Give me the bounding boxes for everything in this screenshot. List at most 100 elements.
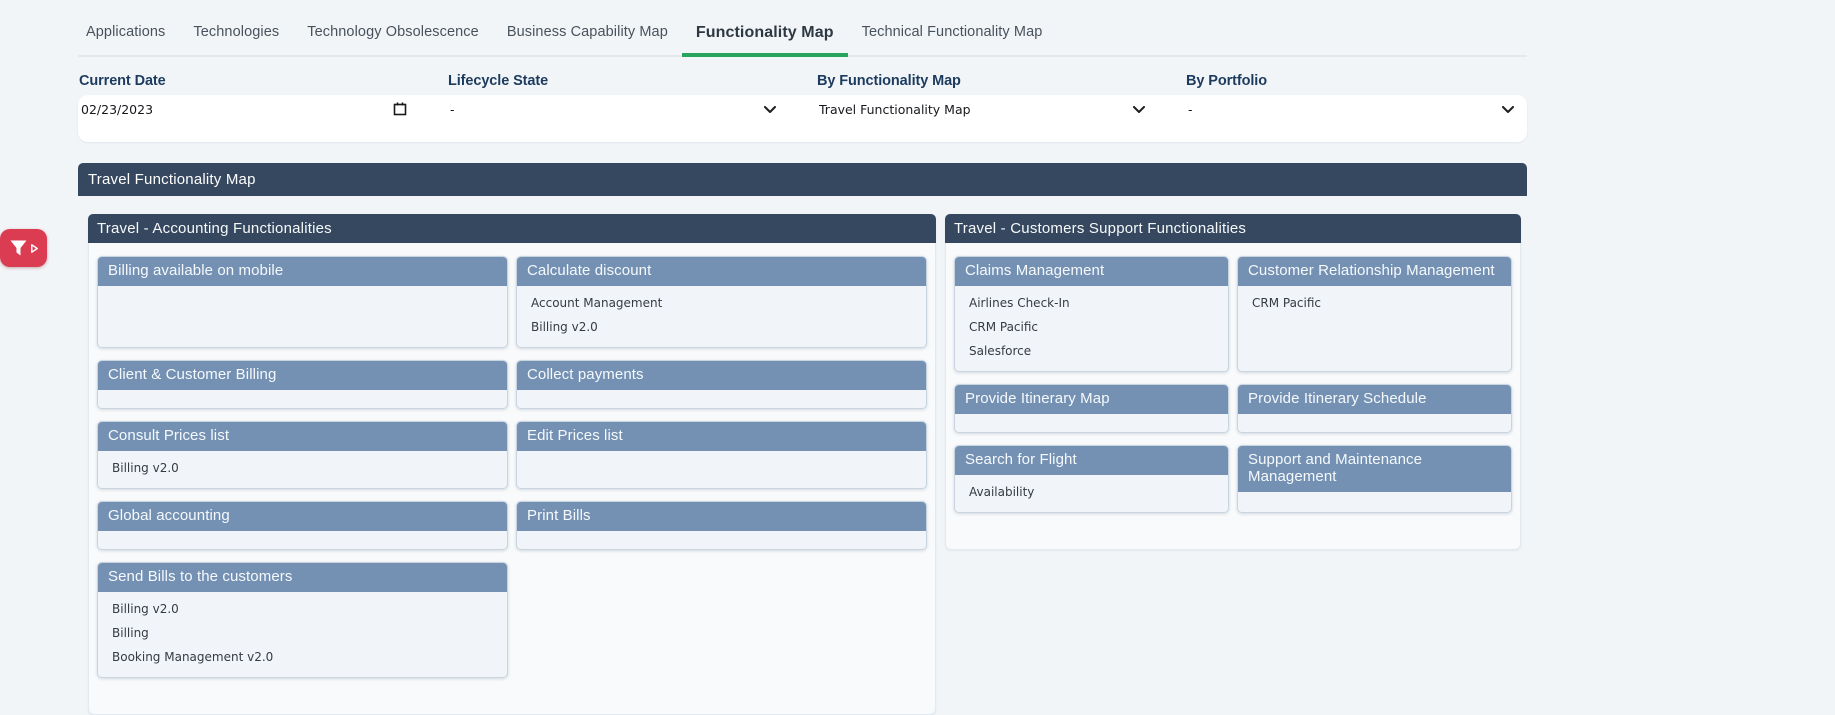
- panel-body: Billing available on mobile Calculate di…: [89, 243, 935, 714]
- functionality-card[interactable]: Customer Relationship Management CRM Pac…: [1237, 256, 1512, 372]
- tab-label: Applications: [86, 24, 165, 40]
- lifecycle-state-select[interactable]: -: [447, 95, 789, 142]
- card-body: [98, 390, 507, 408]
- tab-bar: Applications Technologies Technology Obs…: [78, 0, 1527, 57]
- panel-header: Travel - Accounting Functionalities: [88, 214, 936, 243]
- functionality-card[interactable]: Edit Prices list: [516, 421, 927, 489]
- filter-section: Current Date Lifecycle State By Function…: [78, 73, 1527, 142]
- card-title[interactable]: Consult Prices list: [98, 422, 507, 451]
- application-item[interactable]: Airlines Check-In: [969, 286, 1214, 310]
- panel-title: Travel - Customers Support Functionaliti…: [954, 220, 1246, 237]
- card-title[interactable]: Provide Itinerary Map: [955, 385, 1228, 414]
- card-title[interactable]: Billing available on mobile: [98, 257, 507, 286]
- functionality-card[interactable]: Billing available on mobile: [97, 256, 508, 348]
- tab-technology-obsolescence[interactable]: Technology Obsolescence: [293, 24, 493, 55]
- chevron-down-icon: [764, 106, 776, 113]
- lifecycle-state-value: -: [450, 100, 455, 119]
- card-title[interactable]: Calculate discount: [517, 257, 926, 286]
- lifecycle-state-label: Lifecycle State: [447, 73, 789, 95]
- card-body: [1238, 492, 1511, 512]
- application-item[interactable]: Booking Management v2.0: [112, 640, 493, 664]
- filter-fab-button[interactable]: [0, 229, 47, 267]
- tab-technical-functionality-map[interactable]: Technical Functionality Map: [848, 24, 1057, 55]
- calendar-icon: [393, 102, 407, 116]
- card-body: [98, 286, 507, 347]
- tab-label: Technology Obsolescence: [307, 24, 479, 40]
- card-body: Availability: [955, 475, 1228, 512]
- current-date-label: Current Date: [78, 73, 420, 95]
- panels-row: Travel - Accounting Functionalities Bill…: [78, 196, 1527, 715]
- chevron-down-icon: [1502, 106, 1514, 113]
- tab-business-capability-map[interactable]: Business Capability Map: [493, 24, 682, 55]
- tab-applications[interactable]: Applications: [78, 24, 179, 55]
- card-body: [517, 451, 926, 488]
- play-arrow-icon: [31, 244, 38, 253]
- card-title[interactable]: Customer Relationship Management: [1238, 257, 1511, 286]
- card-title[interactable]: Claims Management: [955, 257, 1228, 286]
- application-item[interactable]: Billing v2.0: [112, 451, 493, 475]
- application-item[interactable]: Billing v2.0: [112, 592, 493, 616]
- card-body: Billing v2.0BillingBooking Management v2…: [98, 592, 507, 677]
- panel-body: Claims Management Airlines Check-InCRM P…: [946, 243, 1520, 549]
- tab-label: Business Capability Map: [507, 24, 668, 40]
- functionality-card[interactable]: Provide Itinerary Schedule: [1237, 384, 1512, 433]
- tab-technologies[interactable]: Technologies: [179, 24, 293, 55]
- functionality-card[interactable]: Consult Prices list Billing v2.0: [97, 421, 508, 489]
- card-body: Account ManagementBilling v2.0: [517, 286, 926, 347]
- by-portfolio-value: -: [1188, 100, 1193, 119]
- card-body: [98, 531, 507, 549]
- functionality-card[interactable]: Global accounting: [97, 501, 508, 550]
- functionality-card[interactable]: Provide Itinerary Map: [954, 384, 1229, 433]
- application-item[interactable]: Salesforce: [969, 334, 1214, 358]
- application-item[interactable]: Availability: [969, 475, 1214, 499]
- current-date-input[interactable]: 02/23/2023: [78, 95, 420, 142]
- card-title[interactable]: Provide Itinerary Schedule: [1238, 385, 1511, 414]
- by-functionality-map-value: Travel Functionality Map: [819, 100, 971, 119]
- tab-label: Functionality Map: [696, 24, 834, 41]
- card-body: [517, 531, 926, 549]
- functionality-card[interactable]: Collect payments: [516, 360, 927, 409]
- application-item[interactable]: Account Management: [531, 286, 912, 310]
- map-title: Travel Functionality Map: [88, 171, 256, 188]
- card-body: [517, 390, 926, 408]
- card-body: [1238, 414, 1511, 432]
- functionality-card[interactable]: Support and Maintenance Management: [1237, 445, 1512, 513]
- current-date-value: 02/23/2023: [81, 100, 153, 119]
- by-functionality-map-select[interactable]: Travel Functionality Map: [816, 95, 1158, 142]
- by-functionality-map-label: By Functionality Map: [816, 73, 1158, 95]
- card-title[interactable]: Collect payments: [517, 361, 926, 390]
- application-item[interactable]: Billing v2.0: [531, 310, 912, 334]
- card-title[interactable]: Support and Maintenance Management: [1238, 446, 1511, 492]
- application-item[interactable]: CRM Pacific: [969, 310, 1214, 334]
- chevron-down-icon: [1133, 106, 1145, 113]
- tab-label: Technical Functionality Map: [862, 24, 1043, 40]
- functionality-card[interactable]: Print Bills: [516, 501, 927, 550]
- tab-label: Technologies: [193, 24, 279, 40]
- filter-funnel-icon: [10, 240, 27, 256]
- functionality-card[interactable]: Calculate discount Account ManagementBil…: [516, 256, 927, 348]
- by-portfolio-select[interactable]: -: [1185, 95, 1527, 142]
- application-item[interactable]: Billing: [112, 616, 493, 640]
- tab-functionality-map[interactable]: Functionality Map: [682, 24, 848, 55]
- panel-header: Travel - Customers Support Functionaliti…: [945, 214, 1521, 243]
- card-title[interactable]: Send Bills to the customers: [98, 563, 507, 592]
- card-title[interactable]: Search for Flight: [955, 446, 1228, 475]
- card-body: Billing v2.0: [98, 451, 507, 488]
- functionality-card[interactable]: Search for Flight Availability: [954, 445, 1229, 513]
- card-title[interactable]: Client & Customer Billing: [98, 361, 507, 390]
- card-title[interactable]: Edit Prices list: [517, 422, 926, 451]
- filter-inputs-bar: 02/23/2023 - Travel Functionality Map: [78, 95, 1527, 142]
- card-title[interactable]: Print Bills: [517, 502, 926, 531]
- filter-labels-row: Current Date Lifecycle State By Function…: [78, 73, 1527, 95]
- card-body: CRM Pacific: [1238, 286, 1511, 371]
- card-title[interactable]: Global accounting: [98, 502, 507, 531]
- functionality-card[interactable]: Send Bills to the customers Billing v2.0…: [97, 562, 508, 678]
- card-body: [955, 414, 1228, 432]
- card-body: Airlines Check-InCRM PacificSalesforce: [955, 286, 1228, 371]
- page-container: Applications Technologies Technology Obs…: [78, 0, 1527, 715]
- functionality-card[interactable]: Client & Customer Billing: [97, 360, 508, 409]
- functionality-card[interactable]: Claims Management Airlines Check-InCRM P…: [954, 256, 1229, 372]
- panel-accounting-functionalities: Travel - Accounting Functionalities Bill…: [88, 214, 936, 715]
- panel-customers-support-functionalities: Travel - Customers Support Functionaliti…: [945, 214, 1521, 550]
- application-item[interactable]: CRM Pacific: [1252, 286, 1497, 310]
